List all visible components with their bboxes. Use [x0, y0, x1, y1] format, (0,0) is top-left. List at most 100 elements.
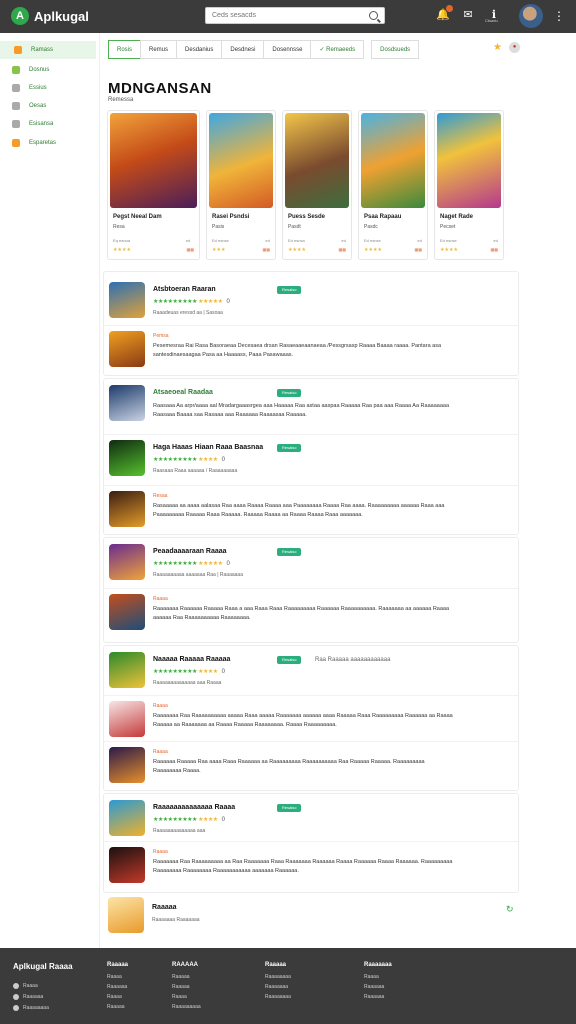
app-icon[interactable] — [109, 331, 145, 367]
app-icon[interactable] — [109, 544, 145, 580]
tab-6[interactable]: Dosdsueds — [371, 40, 420, 59]
footer-link[interactable]: Raaaaaa — [107, 984, 128, 990]
featured-art[interactable] — [285, 113, 349, 208]
tab-1[interactable]: Remus — [140, 40, 178, 59]
featured-badge-icon[interactable]: ▦▦ — [490, 247, 498, 252]
featured-art[interactable] — [361, 113, 425, 208]
tab-0[interactable]: Rosis — [108, 40, 142, 59]
app-icon[interactable] — [109, 747, 145, 783]
footer-link[interactable]: Raaaaaaa — [265, 984, 291, 990]
app-icon[interactable] — [109, 701, 145, 737]
footer-link[interactable]: Raaaaaa — [364, 984, 392, 990]
sidebar-item-label: Oesas — [29, 103, 47, 109]
search-input[interactable] — [206, 12, 356, 19]
view-tools: ★ ● — [492, 42, 520, 53]
tab-4[interactable]: Dosennsse — [263, 40, 312, 59]
home-icon — [14, 46, 22, 54]
footer-social-link[interactable]: Raaaa — [13, 983, 38, 989]
refresh-icon[interactable]: ↻ — [506, 904, 514, 915]
footer-link[interactable]: Raaaaa — [172, 984, 201, 990]
footer-link[interactable]: Raaaa — [107, 974, 128, 980]
install-button[interactable]: Resalso — [277, 656, 302, 664]
install-button[interactable]: Resalso — [277, 804, 302, 812]
featured-card[interactable]: Pegst Neeal Dam Resa Eq eanua ed ★★★★ ▦▦ — [107, 110, 200, 260]
footer-social-link[interactable]: Raaaaaa — [13, 994, 43, 1000]
featured-title[interactable]: Psaa Rapaau — [364, 214, 424, 220]
search-box[interactable] — [205, 7, 385, 24]
featured-card[interactable]: Puess Sesde Pasdt Ed esnsa ed ★★★★ ▦▦ — [282, 110, 352, 260]
featured-badge-icon[interactable]: ▦▦ — [262, 247, 270, 252]
sidebar-item-esparetas[interactable]: Esparetas — [12, 136, 56, 150]
install-button[interactable]: Resalso — [277, 389, 302, 397]
footer-link[interactable]: Raaaaa — [107, 1004, 128, 1010]
featured-card[interactable]: Psaa Rapaau Pasdc Ed esnse ed ★★★★ ▦▦ — [358, 110, 428, 260]
app-icon[interactable] — [109, 440, 145, 476]
app-title[interactable]: Peaadaaaaraan Raaaa — [153, 548, 227, 555]
install-button[interactable]: Resalso — [277, 444, 302, 452]
app-icon[interactable] — [109, 594, 145, 630]
app-logo[interactable]: A Aplkugal — [11, 7, 89, 25]
footer-link[interactable]: Raaaaaaaaa — [172, 1004, 201, 1010]
footer-link[interactable]: Raaaa — [172, 994, 201, 1000]
rating-stars: ★★★★ — [364, 247, 382, 253]
app-title[interactable]: Raaaaaaaaaaaaaa Raaaa — [153, 804, 235, 811]
featured-badge-icon[interactable]: ▦▦ — [338, 247, 346, 252]
app-icon[interactable] — [109, 800, 145, 836]
footer-social-link[interactable]: Raaaaaaaa — [13, 1005, 49, 1011]
sidebar-item-esisansa[interactable]: Esisansa — [12, 117, 53, 131]
app-title[interactable]: Atsbtoeran Raaran — [153, 286, 216, 293]
sidebar-item-ramass[interactable]: Ramass — [0, 41, 96, 59]
mail-icon[interactable]: ✉ — [462, 8, 474, 22]
search-icon[interactable] — [369, 11, 378, 20]
featured-card[interactable]: Rasei Psndsi Pasis Ed esnse ed ★★★ ▦▦ — [206, 110, 276, 260]
profile-icon[interactable]: ● — [509, 42, 520, 53]
app-description: Raaaaaaa Raa Raaaaaaaaa aa Raa Raaaaaaa … — [153, 859, 453, 874]
app-icon[interactable] — [109, 652, 145, 688]
more-menu-icon[interactable]: ⋮ — [553, 9, 565, 23]
divider — [104, 695, 518, 696]
app-title[interactable]: Haga Haaas Hiaan Raaa Baasnaa — [153, 444, 263, 451]
footer-link[interactable]: Raaaaa — [172, 974, 201, 980]
app-icon[interactable] — [109, 282, 145, 318]
featured-title[interactable]: Puess Sesde — [288, 214, 348, 220]
info-icon[interactable]: ℹ Ctsadu — [485, 8, 500, 23]
green-stars: ★★★★★★★★★ — [153, 561, 197, 567]
install-button[interactable]: Resalso — [277, 286, 302, 294]
notification-badge — [446, 5, 453, 12]
bell-icon[interactable]: 🔔 — [436, 5, 453, 22]
app-icon[interactable] — [109, 847, 145, 883]
tab-5[interactable]: ✓ Remaeeds — [310, 40, 365, 59]
footer-link[interactable]: Raaaaaaaa — [265, 994, 291, 1000]
featured-title[interactable]: Rasei Psndsi — [212, 214, 272, 220]
footer-link[interactable]: Raaaaaaaa — [265, 974, 291, 980]
tab-3[interactable]: Desdnesi — [221, 40, 265, 59]
rating-stars: ★★★★★★★★★ ★★★★★ 0 — [153, 560, 230, 567]
featured-art[interactable] — [209, 113, 273, 208]
featured-card[interactable]: Naget Rade Pecset Ed esnse ed ★★★★ ▦▦ — [434, 110, 504, 260]
install-button[interactable]: Resalso — [277, 548, 302, 556]
sidebar-item-essius[interactable]: Essius — [12, 81, 47, 95]
list-item[interactable]: Raaaaa Raaaaaaa Raaaaaaa ↻ — [103, 897, 519, 933]
sidebar-item-oesas[interactable]: Oesas — [12, 99, 46, 113]
featured-badge-icon[interactable]: ▦▦ — [414, 247, 422, 252]
tab-2[interactable]: Desdanius — [176, 40, 223, 59]
featured-title[interactable]: Naget Rade — [440, 214, 500, 220]
featured-title[interactable]: Pegst Neeal Dam — [113, 214, 193, 220]
meta-right: ed — [493, 238, 498, 243]
featured-art[interactable] — [437, 113, 501, 208]
footer-link[interactable]: Raaaa — [364, 974, 392, 980]
app-title[interactable]: Raaaaa — [152, 904, 177, 911]
app-title[interactable]: Atsaeoeal Raadaa — [153, 389, 213, 396]
app-title[interactable]: Naaaaa Raaaaa Raaaaa — [153, 656, 230, 663]
app-icon[interactable] — [109, 385, 145, 421]
sidebar-item-dosnus[interactable]: Dosnus — [12, 63, 49, 77]
footer-link[interactable]: Raaaa — [107, 994, 128, 1000]
featured-art[interactable] — [110, 113, 197, 208]
user-avatar[interactable] — [519, 4, 543, 28]
star-icon[interactable]: ★ — [492, 42, 503, 53]
app-icon[interactable] — [108, 897, 144, 933]
footer-link[interactable]: Raaaaaa — [364, 994, 392, 1000]
featured-badge-icon[interactable]: ▦▦ — [186, 247, 194, 252]
app-icon[interactable] — [109, 491, 145, 527]
featured-meta: Ed esnse ed — [364, 238, 422, 243]
